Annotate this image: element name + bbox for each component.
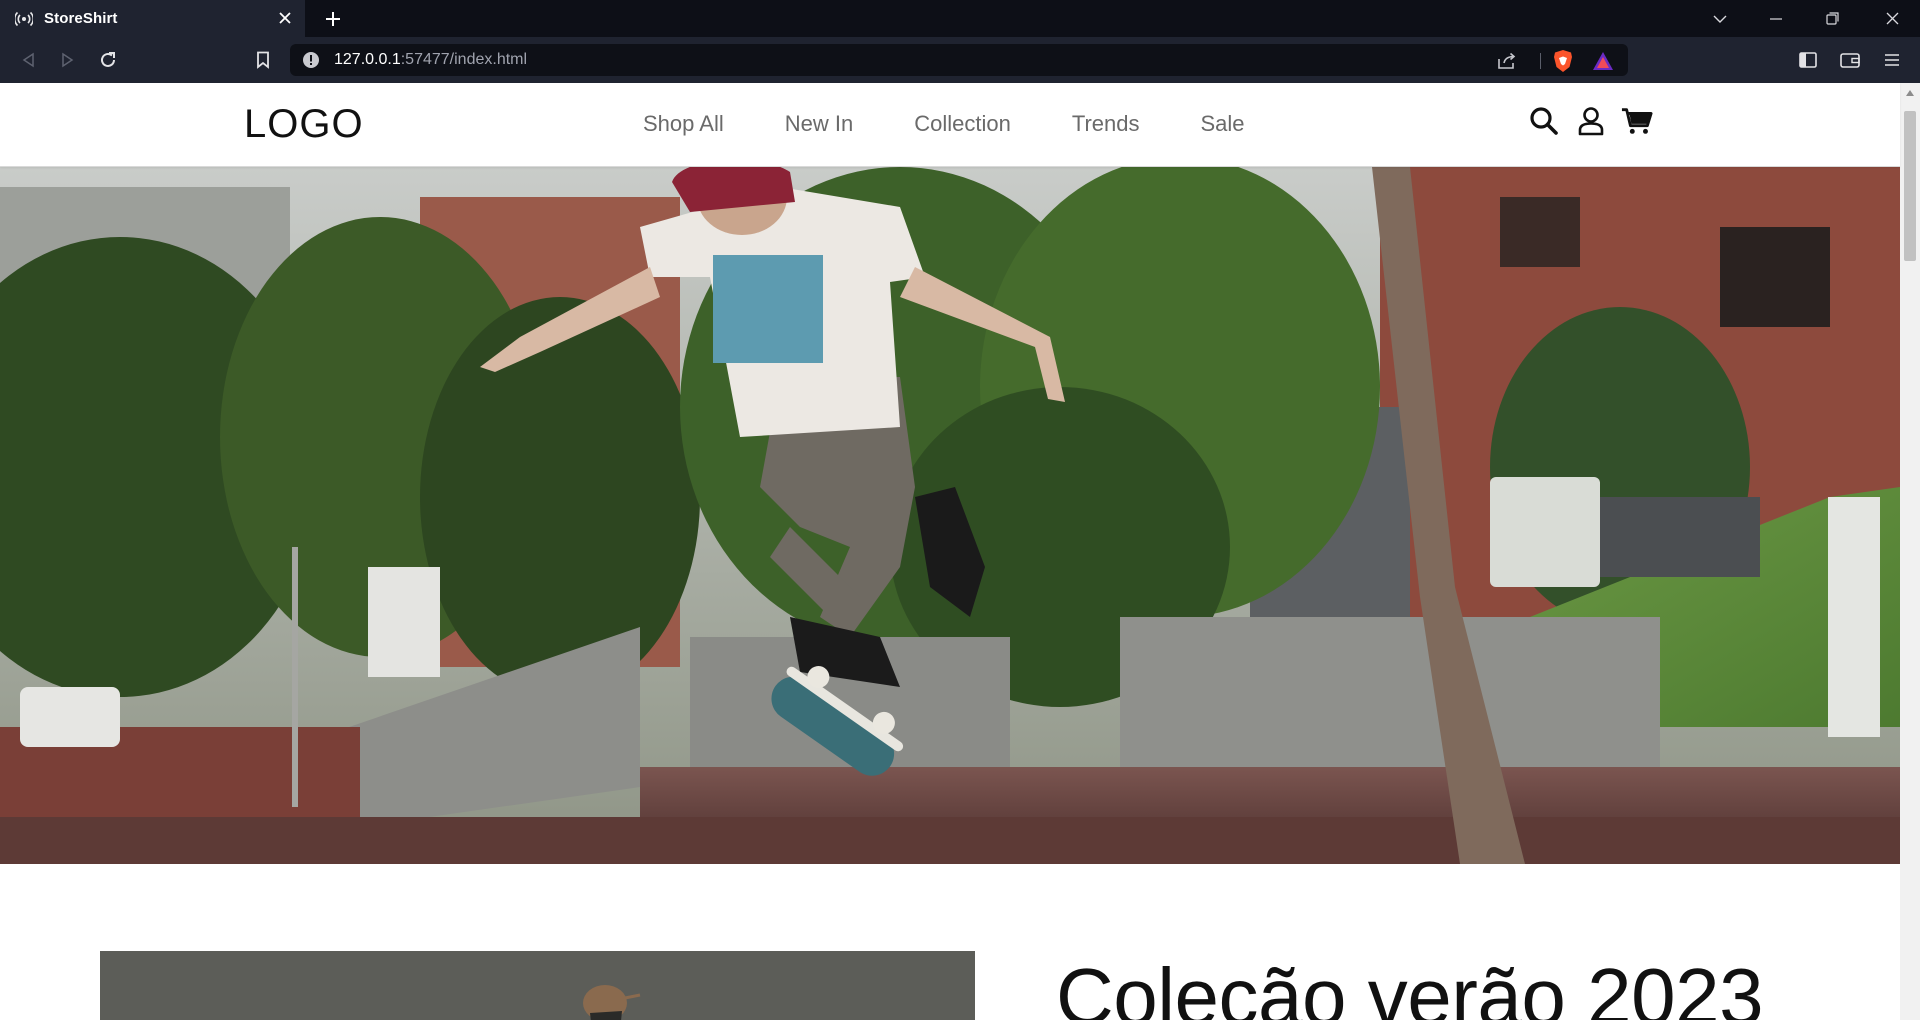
scrollbar-thumb[interactable] (1904, 111, 1916, 261)
address-bar[interactable]: 127.0.0.1:57477/index.html (290, 44, 1628, 76)
share-icon[interactable] (1496, 50, 1518, 72)
chevron-down-icon[interactable] (1692, 0, 1748, 37)
minimize-icon[interactable] (1748, 0, 1804, 37)
browser-tab[interactable]: StoreShirt (0, 0, 305, 37)
close-window-icon[interactable] (1864, 0, 1920, 37)
bookmark-icon[interactable] (251, 48, 275, 72)
hero-image (0, 167, 1900, 864)
nav-trends[interactable]: Trends (1072, 111, 1140, 137)
close-icon[interactable] (275, 8, 295, 28)
nav-collection[interactable]: Collection (914, 111, 1011, 137)
scroll-up-icon[interactable] (1905, 89, 1915, 97)
nav-new-in[interactable]: New In (785, 111, 853, 137)
promo-image (100, 951, 975, 1020)
cart-icon[interactable] (1621, 105, 1653, 137)
forward-icon[interactable] (56, 48, 80, 72)
broadcast-icon (14, 9, 34, 29)
back-icon[interactable] (16, 48, 40, 72)
reload-icon[interactable] (96, 48, 120, 72)
nav-shop-all[interactable]: Shop All (643, 111, 724, 137)
menu-icon[interactable] (1880, 48, 1904, 72)
rewards-icon[interactable] (1592, 50, 1614, 72)
main-nav: Shop All New In Collection Trends Sale (643, 111, 1306, 137)
user-icon[interactable] (1575, 105, 1607, 137)
nav-sale[interactable]: Sale (1200, 111, 1244, 137)
toolbar-divider (1540, 53, 1541, 69)
wallet-icon[interactable] (1838, 48, 1862, 72)
info-icon[interactable] (302, 51, 320, 69)
browser-toolbar: 127.0.0.1:57477/index.html (0, 37, 1920, 83)
page-scrollbar[interactable] (1900, 83, 1920, 1020)
promo-title: Coleção verão 2023 (1056, 952, 1764, 1020)
sidebar-icon[interactable] (1796, 48, 1820, 72)
browser-tabbar: StoreShirt (0, 0, 1920, 37)
page-viewport: LOGO Shop All New In Collection Trends S… (0, 83, 1920, 1020)
tab-title: StoreShirt (44, 10, 118, 27)
brave-shield-icon[interactable] (1552, 50, 1574, 72)
plus-icon[interactable] (320, 6, 346, 32)
site-header: LOGO Shop All New In Collection Trends S… (0, 83, 1900, 167)
restore-icon[interactable] (1804, 0, 1860, 37)
site-logo[interactable]: LOGO (244, 102, 364, 147)
search-icon[interactable] (1528, 105, 1560, 137)
url-text: 127.0.0.1:57477/index.html (334, 51, 528, 68)
